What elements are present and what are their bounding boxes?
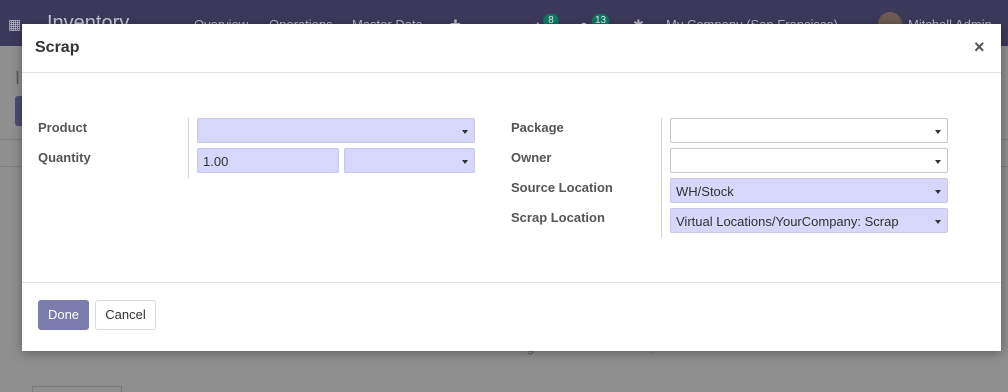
done-button[interactable]: Done (38, 300, 89, 330)
owner-label: Owner (511, 150, 552, 165)
right-group-divider (661, 118, 662, 238)
source-location-field[interactable]: WH/Stock (670, 178, 948, 203)
cancel-button[interactable]: Cancel (95, 300, 156, 330)
chevron-down-icon[interactable] (935, 160, 941, 164)
chevron-down-icon[interactable] (935, 130, 941, 134)
uom-field[interactable] (344, 148, 475, 173)
apps-grid-icon[interactable]: ▦ (8, 16, 21, 33)
chevron-down-icon[interactable] (462, 130, 468, 134)
scrap-dialog: Scrap × Product Quantity 1.00 Package Ow… (22, 24, 1001, 351)
left-group-divider (188, 118, 189, 178)
quantity-input[interactable]: 1.00 (197, 148, 339, 173)
product-field[interactable] (197, 118, 475, 143)
source-location-value: WH/Stock (676, 184, 734, 199)
chevron-down-icon[interactable] (935, 190, 941, 194)
dialog-title: Scrap (35, 39, 80, 56)
close-icon[interactable]: × (974, 37, 985, 57)
scrap-location-value: Virtual Locations/YourCompany: Scrap (676, 214, 899, 229)
quantity-value: 1.00 (203, 154, 229, 169)
scrap-location-field[interactable]: Virtual Locations/YourCompany: Scrap (670, 208, 948, 233)
quantity-label: Quantity (38, 150, 91, 165)
package-field[interactable] (670, 118, 948, 143)
dialog-header: Scrap × (22, 24, 1001, 73)
scrap-location-label: Scrap Location (511, 210, 605, 225)
dialog-footer: Done Cancel (22, 282, 1001, 351)
chevron-down-icon[interactable] (935, 220, 941, 224)
source-location-label: Source Location (511, 180, 613, 195)
chevron-down-icon[interactable] (462, 160, 468, 164)
background-element (32, 386, 122, 392)
breadcrumb: I (15, 68, 21, 88)
product-label: Product (38, 120, 88, 135)
owner-field[interactable] (670, 148, 948, 173)
package-label: Package (511, 120, 564, 135)
